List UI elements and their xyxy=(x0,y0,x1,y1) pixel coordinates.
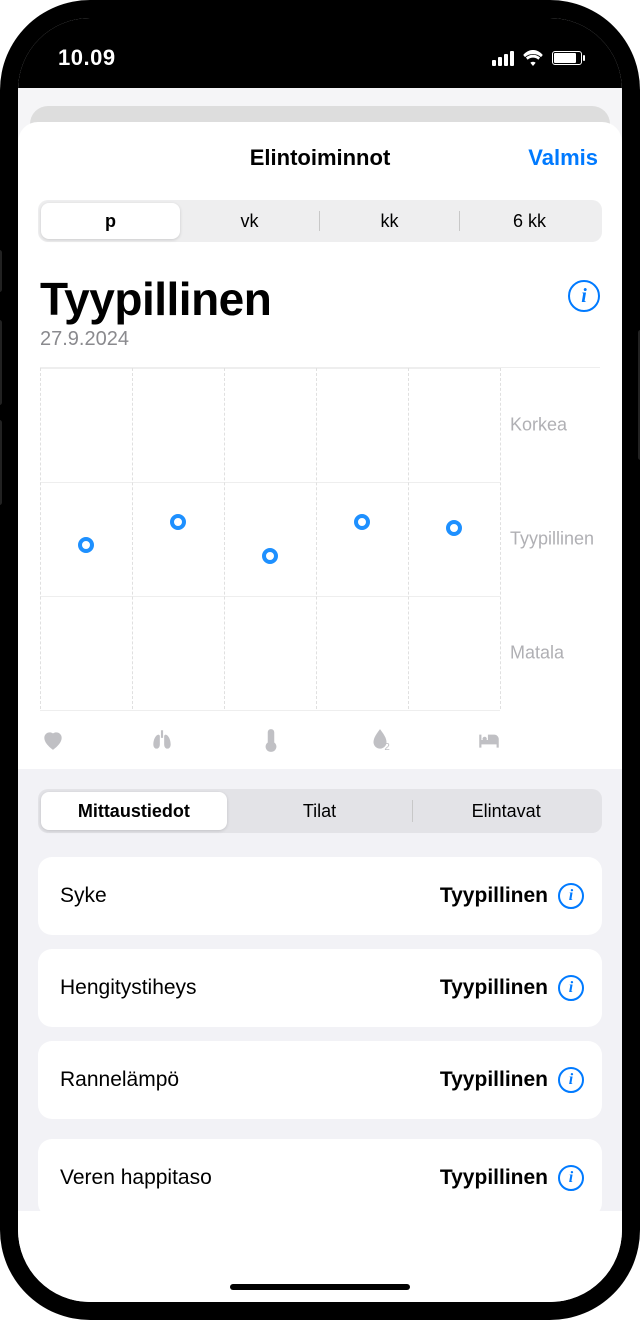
battery-icon xyxy=(552,51,582,65)
list-item[interactable]: Syke Tyypillinen i xyxy=(38,857,602,935)
ylabel-low: Matala xyxy=(510,643,564,664)
nav-bar: Elintoiminnot Valmis xyxy=(18,122,622,194)
device-frame: 10.09 Elintoiminnot Valmis p vk kk 6 kk xyxy=(0,0,640,1320)
chart-point xyxy=(446,520,462,536)
seg-measurements[interactable]: Mittaustiedot xyxy=(41,792,227,830)
row-label: Rannelämpö xyxy=(60,1068,179,1092)
row-value: Tyypillinen xyxy=(440,1166,548,1190)
data-type-segmented[interactable]: Mittaustiedot Tilat Elintavat xyxy=(38,789,602,833)
row-value: Tyypillinen xyxy=(440,1068,548,1092)
y-axis-labels: Korkea Tyypillinen Matala xyxy=(504,368,600,717)
done-button[interactable]: Valmis xyxy=(528,145,598,171)
info-icon[interactable]: i xyxy=(558,883,584,909)
vitals-list: Syke Tyypillinen i Hengitystiheys Tyypil… xyxy=(38,857,602,1211)
row-label: Hengitystiheys xyxy=(60,976,197,1000)
list-item[interactable]: Veren happitaso Tyypillinen i xyxy=(38,1139,602,1217)
seg-month[interactable]: kk xyxy=(320,203,459,239)
page-title: Tyypillinen xyxy=(40,272,600,326)
row-label: Veren happitaso xyxy=(60,1166,212,1190)
cellular-icon xyxy=(492,51,514,66)
lungs-icon xyxy=(149,727,175,753)
list-item[interactable]: Rannelämpö Tyypillinen i xyxy=(38,1041,602,1119)
home-indicator[interactable] xyxy=(230,1284,410,1290)
side-button xyxy=(0,420,2,505)
headline: Tyypillinen 27.9.2024 i xyxy=(18,242,622,359)
seg-states[interactable]: Tilat xyxy=(227,792,413,830)
chart-point xyxy=(170,514,186,530)
info-icon[interactable]: i xyxy=(558,1067,584,1093)
row-value: Tyypillinen xyxy=(440,976,548,1000)
seg-6month[interactable]: 6 kk xyxy=(460,203,599,239)
ylabel-typical: Tyypillinen xyxy=(510,529,594,550)
lower-section: Mittaustiedot Tilat Elintavat Syke Tyypi… xyxy=(18,769,622,1211)
info-icon[interactable]: i xyxy=(558,1165,584,1191)
seg-day[interactable]: p xyxy=(41,203,180,239)
dynamic-island xyxy=(235,30,405,68)
heart-icon xyxy=(40,727,66,753)
page-date: 27.9.2024 xyxy=(40,328,600,351)
chart-grid xyxy=(40,368,500,717)
ylabel-high: Korkea xyxy=(510,415,567,436)
info-icon[interactable]: i xyxy=(558,975,584,1001)
seg-lifestyle[interactable]: Elintavat xyxy=(413,792,599,830)
chart-area: Korkea Tyypillinen Matala xyxy=(40,367,600,717)
row-label: Syke xyxy=(60,884,107,908)
side-button xyxy=(0,250,2,292)
thermometer-icon xyxy=(258,727,284,753)
info-icon[interactable]: i xyxy=(568,280,600,312)
chart-point xyxy=(78,537,94,553)
oxygen-icon: 2 xyxy=(367,727,393,753)
time-range-segmented[interactable]: p vk kk 6 kk xyxy=(38,200,602,242)
svg-text:2: 2 xyxy=(384,742,389,753)
status-indicators xyxy=(492,50,582,66)
list-item[interactable]: Hengitystiheys Tyypillinen i xyxy=(38,949,602,1027)
modal-sheet: Elintoiminnot Valmis p vk kk 6 kk Tyypil… xyxy=(18,122,622,1302)
chart: Korkea Tyypillinen Matala xyxy=(18,359,622,721)
screen: 10.09 Elintoiminnot Valmis p vk kk 6 kk xyxy=(18,18,622,1302)
nav-title: Elintoiminnot xyxy=(250,145,391,171)
chart-point xyxy=(262,548,278,564)
x-axis-icons: 2 xyxy=(18,721,622,757)
seg-week[interactable]: vk xyxy=(180,203,319,239)
status-time: 10.09 xyxy=(58,45,116,71)
bed-icon xyxy=(476,727,502,753)
wifi-icon xyxy=(522,50,544,66)
row-value: Tyypillinen xyxy=(440,884,548,908)
side-button xyxy=(0,320,2,405)
chart-point xyxy=(354,514,370,530)
